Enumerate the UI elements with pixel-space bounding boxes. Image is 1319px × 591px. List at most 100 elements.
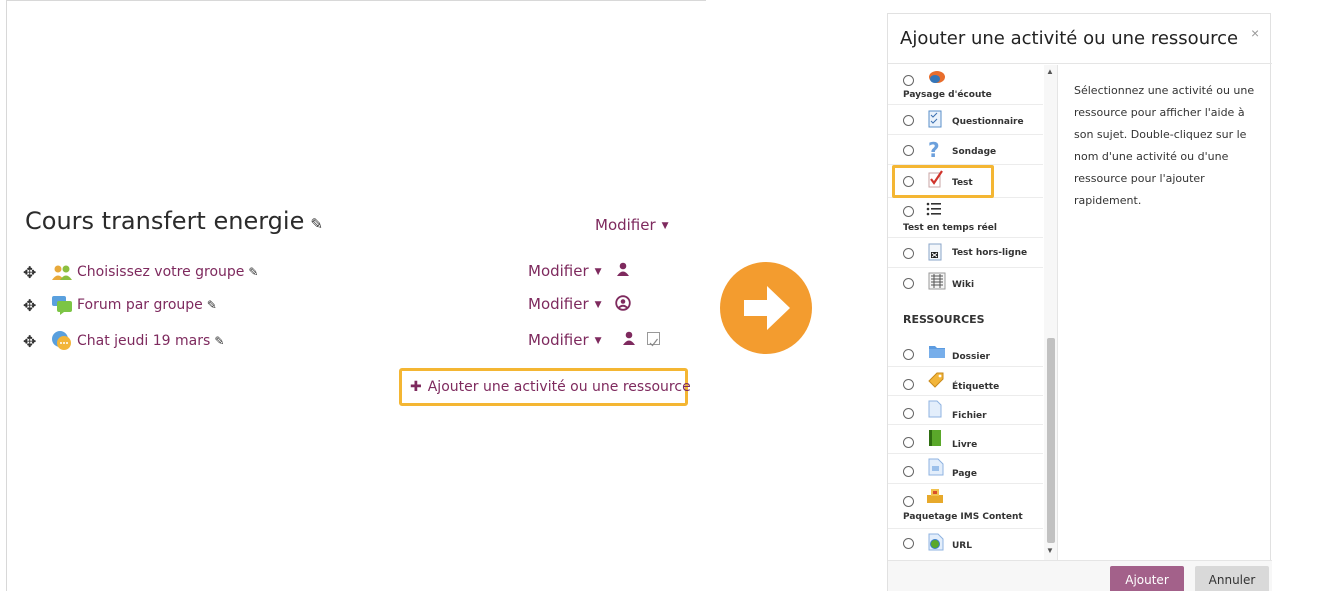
help-text: Sélectionnez une activité ou une ressour… — [1074, 84, 1255, 207]
option-label: Wiki — [952, 280, 975, 290]
scroll-down-icon[interactable]: ▼ — [1046, 546, 1054, 555]
activity-modifier-menu[interactable]: Modifier ▼ — [528, 331, 602, 349]
caret-down-icon: ▼ — [594, 267, 602, 277]
option-page[interactable]: Page — [888, 454, 1043, 484]
activity-name: Forum par groupe — [77, 297, 203, 313]
option-label: Questionnaire — [952, 117, 1024, 127]
scroll-up-icon[interactable]: ▲ — [1046, 67, 1054, 76]
questionnaire-icon — [928, 110, 944, 128]
modal-footer: Ajouter Annuler — [888, 560, 1272, 591]
edit-pencil-icon[interactable]: ✎ — [214, 334, 224, 348]
option-dossier[interactable]: Dossier — [888, 337, 1043, 367]
activity-name: Chat jeudi 19 mars — [77, 333, 211, 349]
modal-header: Ajouter une activité ou une ressource × — [888, 14, 1272, 64]
option-label: URL — [952, 541, 972, 551]
radio-button[interactable] — [903, 115, 914, 126]
activity-modifier-menu[interactable]: Modifier ▼ — [528, 262, 602, 280]
scroll-thumb[interactable] — [1047, 338, 1055, 543]
course-section-panel: Cours transfert energie ✎ Modifier ▼ ✥ Cho… — [6, 0, 706, 591]
edit-pencil-icon[interactable]: ✎ — [248, 265, 258, 279]
user-icon[interactable] — [623, 331, 635, 349]
activity-modifier-menu[interactable]: Modifier ▼ — [528, 295, 602, 313]
arrow-right-icon — [720, 262, 812, 354]
activity-chooser-modal: Ajouter une activité ou une ressource × … — [887, 13, 1272, 591]
option-test-temps-reel[interactable]: Test en temps réel — [888, 198, 1043, 238]
options-list[interactable]: Paysage d'écoute Questionnaire ? Sondage… — [888, 65, 1058, 560]
radio-button[interactable] — [903, 206, 914, 217]
option-sondage[interactable]: ? Sondage — [888, 135, 1043, 165]
option-label: Livre — [952, 440, 978, 450]
page-icon — [928, 458, 944, 476]
radio-button[interactable] — [903, 379, 914, 390]
activity-link[interactable]: Forum par groupe ✎ — [77, 297, 217, 313]
option-livre[interactable]: Livre — [888, 425, 1043, 454]
option-label: Sondage — [952, 147, 997, 157]
label-tag-icon — [927, 371, 944, 389]
file-icon — [928, 400, 944, 418]
radio-button[interactable] — [903, 437, 914, 448]
group-icon — [51, 261, 73, 283]
activity-modifier-label: Modifier — [528, 295, 589, 313]
radio-button[interactable] — [903, 496, 914, 507]
close-icon[interactable]: × — [1251, 25, 1259, 41]
activity-link[interactable]: Choisissez votre groupe ✎ — [77, 264, 258, 280]
option-label: Paysage d'écoute — [903, 90, 992, 100]
user-icon[interactable] — [617, 262, 629, 280]
forum-icon — [51, 294, 73, 316]
section-modifier-label: Modifier — [595, 216, 656, 234]
add-activity-button[interactable]: ✚ Ajouter une activité ou une ressource — [399, 368, 691, 406]
folder-icon — [928, 343, 945, 361]
move-icon[interactable]: ✥ — [23, 296, 36, 315]
completion-checkbox-icon[interactable] — [647, 332, 660, 347]
edit-title-pencil-icon[interactable]: ✎ — [310, 215, 323, 233]
option-etiquette[interactable]: Étiquette — [888, 367, 1043, 396]
chat-icon — [51, 330, 73, 352]
test-highlight-box — [892, 165, 994, 198]
radio-button[interactable] — [903, 538, 914, 549]
user-circle-icon[interactable] — [615, 295, 631, 315]
move-icon[interactable]: ✥ — [23, 263, 36, 282]
cancel-button[interactable]: Annuler — [1195, 566, 1269, 591]
section-title-row: Cours transfert energie ✎ — [25, 207, 323, 235]
option-label: Paquetage IMS Content — [903, 512, 1023, 522]
edit-pencil-icon[interactable]: ✎ — [207, 298, 217, 312]
option-test-hors-ligne[interactable]: Test hors-ligne — [888, 238, 1043, 268]
option-label: Test en temps réel — [903, 223, 997, 233]
modal-title: Ajouter une activité ou une ressource — [900, 28, 1239, 49]
radio-button[interactable] — [903, 75, 914, 86]
option-label: Fichier — [952, 411, 987, 421]
option-ims-content[interactable]: Paquetage IMS Content — [888, 484, 1043, 529]
url-globe-icon — [928, 533, 944, 551]
resources-heading: RESSOURCES — [903, 313, 985, 326]
activity-link[interactable]: Chat jeudi 19 mars ✎ — [77, 333, 224, 349]
survey-question-icon: ? — [928, 138, 940, 162]
caret-down-icon: ▼ — [661, 221, 669, 231]
radio-button[interactable] — [903, 145, 914, 156]
option-fichier[interactable]: Fichier — [888, 396, 1043, 425]
radio-button[interactable] — [903, 408, 914, 419]
option-label: Dossier — [952, 352, 990, 362]
option-url[interactable]: URL — [888, 529, 1043, 559]
section-title: Cours transfert energie — [25, 207, 305, 235]
radio-button[interactable] — [903, 349, 914, 360]
soundscape-icon — [928, 69, 945, 87]
option-label: Étiquette — [952, 382, 1000, 392]
option-soundscape[interactable]: Paysage d'écoute — [888, 65, 1043, 105]
options-scrollbar[interactable]: ▲ ▼ — [1044, 65, 1057, 560]
offline-test-icon — [928, 243, 944, 261]
activity-row: ✥ Chat jeudi 19 mars ✎ Modifier ▼ — [19, 330, 679, 354]
list-icon — [926, 201, 942, 219]
option-wiki[interactable]: Wiki — [888, 268, 1043, 298]
radio-button[interactable] — [903, 466, 914, 477]
radio-button[interactable] — [903, 248, 914, 259]
plus-icon: ✚ — [410, 379, 422, 395]
add-activity-label: Ajouter une activité ou une ressource — [427, 379, 691, 395]
radio-button[interactable] — [903, 278, 914, 289]
ims-package-icon — [926, 488, 943, 506]
move-icon[interactable]: ✥ — [23, 332, 36, 351]
add-button[interactable]: Ajouter — [1110, 566, 1184, 591]
wiki-icon — [928, 272, 946, 290]
section-modifier-menu[interactable]: Modifier ▼ — [595, 216, 669, 234]
activity-row: ✥ Choisissez votre groupe ✎ Modifier ▼ — [19, 261, 679, 285]
option-questionnaire[interactable]: Questionnaire — [888, 105, 1043, 135]
